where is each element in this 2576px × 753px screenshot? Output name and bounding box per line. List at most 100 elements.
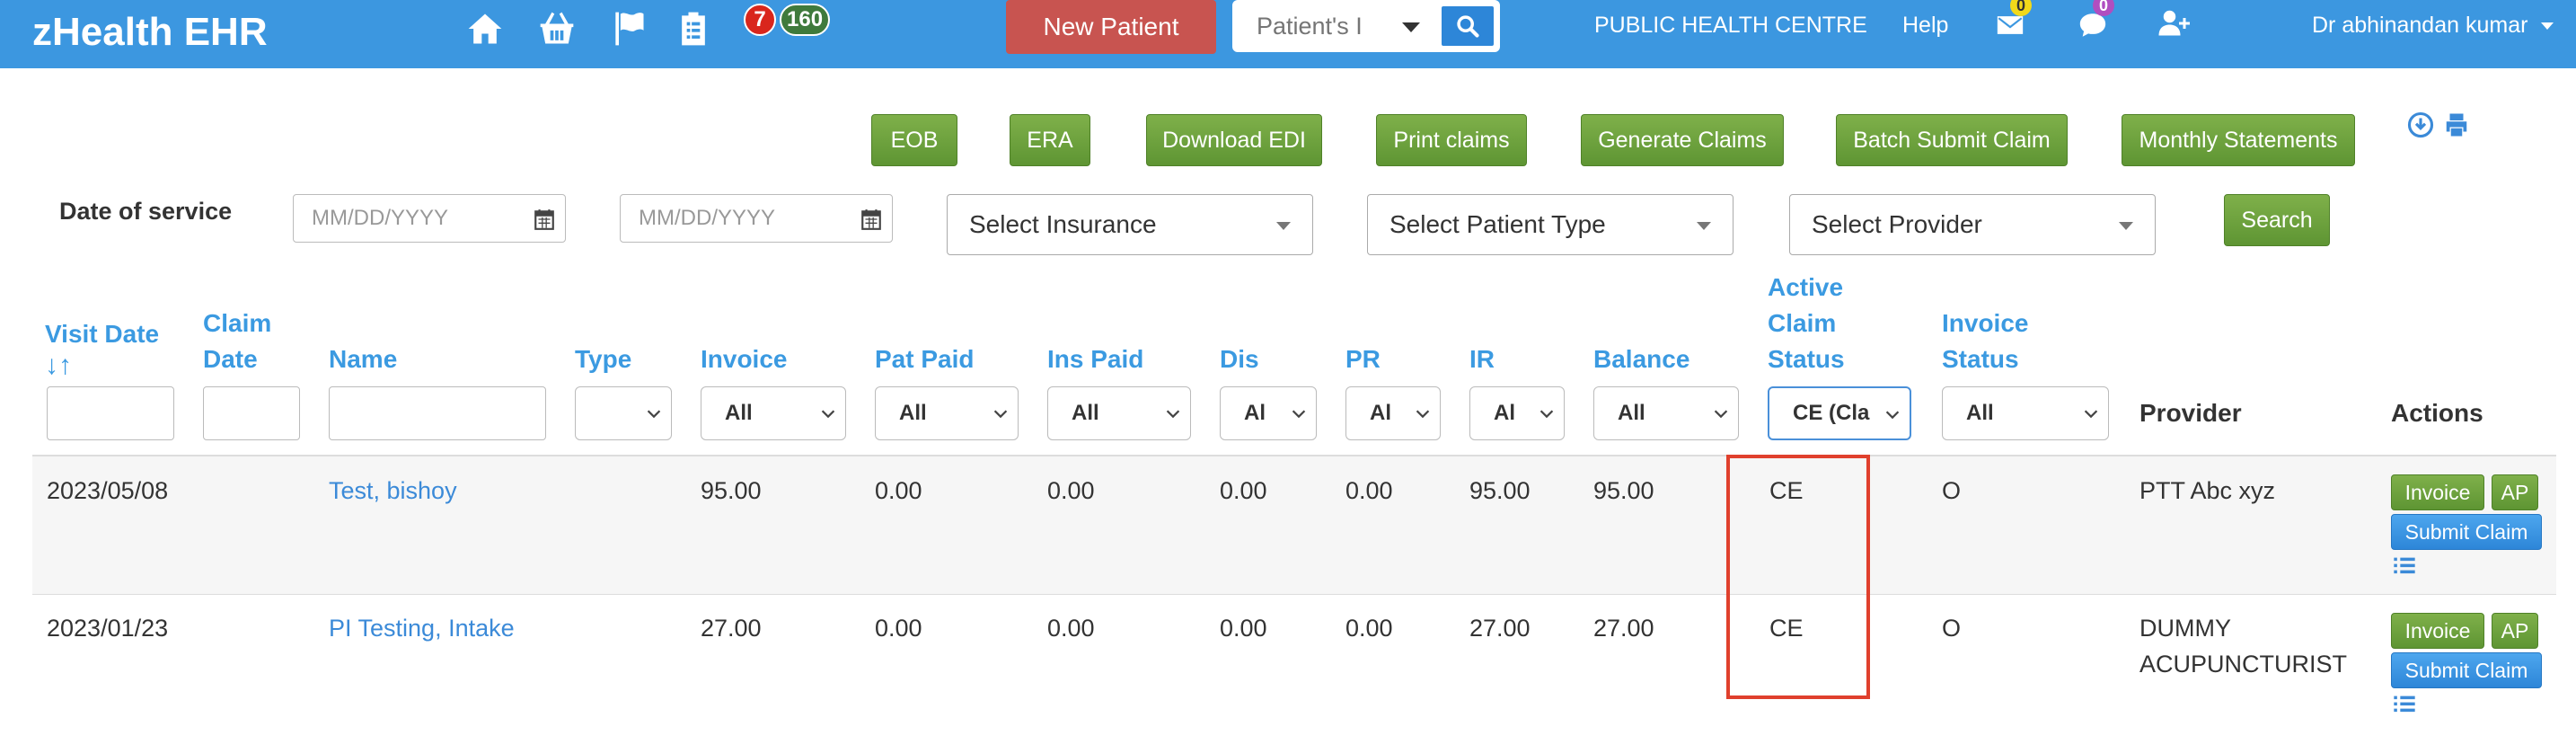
col-header-name[interactable]: Name [329,341,397,377]
calendar-icon[interactable] [860,208,883,231]
search-dropdown-caret[interactable] [1395,8,1427,44]
type-filter-select[interactable] [575,386,672,440]
task-count-badge[interactable]: 160 [780,4,831,36]
col-header-invoice[interactable]: Invoice [701,341,787,377]
row-provider: PTT Abc xyz [2139,473,2275,509]
date-to-placeholder: MM/DD/YYYY [639,206,776,230]
ap-button[interactable]: AP [2492,613,2538,649]
col-header-dis[interactable]: Dis [1220,341,1259,377]
col-header-invoice-status[interactable]: Invoice Status [1942,306,2028,377]
insurance-select[interactable]: Select Insurance [947,194,1313,255]
col-header-visit-date[interactable]: Visit Date ↓↑ [45,316,159,379]
pat-paid-filter-value: All [899,401,927,425]
row-invoice-status: O [1942,615,1962,642]
col-header-active-claim-status[interactable]: Active Claim Status [1768,270,1845,377]
invoice-button[interactable]: Invoice [2391,613,2484,649]
row-invoice: 95.00 [701,477,762,504]
search-icon [1457,15,1479,38]
chevron-down-icon [647,410,661,419]
date-of-service-label: Date of service [59,198,233,225]
balance-filter-select[interactable]: All [1593,386,1739,440]
era-button[interactable]: ERA [1010,114,1090,166]
claim-date-label-line2: Date [203,345,258,373]
add-user-icon[interactable] [2152,2,2195,45]
invoice-status-filter-select[interactable]: All [1942,386,2109,440]
flag-icon[interactable] [607,7,650,50]
search-button[interactable] [1440,4,1495,48]
submit-claim-button[interactable]: Submit Claim [2391,652,2542,688]
col-header-balance[interactable]: Balance [1593,341,1689,377]
ir-filter-value: Al [1494,401,1515,425]
ap-button[interactable]: AP [2492,474,2538,510]
app-brand[interactable]: zHealth EHR [32,7,268,58]
dis-filter-select[interactable]: Al [1220,386,1317,440]
pr-filter-value: Al [1370,401,1391,425]
patient-search [1232,0,1500,52]
active-claim-status-filter-select[interactable]: CE (Cla [1768,386,1911,440]
patient-type-select[interactable]: Select Patient Type [1367,194,1734,255]
calendar-icon[interactable] [533,208,556,231]
row-patient-name-link[interactable]: PI Testing, Intake [329,610,515,646]
patient-search-input[interactable] [1235,3,1379,49]
centre-label[interactable]: PUBLIC HEALTH CENTRE [1594,11,1867,40]
chevron-down-icon [1885,411,1900,420]
row-dis: 0.00 [1220,477,1267,504]
print-claims-button[interactable]: Print claims [1376,114,1527,166]
ins-paid-filter-value: All [1072,401,1099,425]
dis-filter-value: Al [1244,401,1266,425]
sort-icon[interactable]: ↓↑ [45,352,159,379]
monthly-statements-button[interactable]: Monthly Statements [2122,114,2355,166]
pat-paid-filter-select[interactable]: All [875,386,1019,440]
chevron-down-icon [2084,410,2098,419]
visit-date-filter-input[interactable] [47,386,174,440]
invoice-filter-value: All [725,401,753,425]
row-provider: DUMMY ACUPUNCTURIST [2139,610,2347,682]
row-pat-paid: 0.00 [875,477,922,504]
date-to-input[interactable]: MM/DD/YYYY [620,194,893,243]
notification-badge[interactable]: 7 [744,4,776,36]
row-dis: 0.00 [1220,615,1267,642]
date-from-input[interactable]: MM/DD/YYYY [293,194,566,243]
eob-button[interactable]: EOB [871,114,957,166]
col-header-type[interactable]: Type [575,341,631,377]
search-filter-button[interactable]: Search [2224,194,2330,246]
row-ir: 27.00 [1469,615,1531,642]
help-link[interactable]: Help [1902,11,1948,40]
balance-filter-value: All [1618,401,1645,425]
visit-date-label: Visit Date [45,320,160,348]
basket-icon[interactable] [535,7,578,50]
invoice-filter-select[interactable]: All [701,386,846,440]
ins-paid-filter-select[interactable]: All [1047,386,1191,440]
chevron-down-icon [1714,410,1728,419]
invoice-button[interactable]: Invoice [2391,474,2484,510]
provider-select[interactable]: Select Provider [1789,194,2156,255]
download-edi-button[interactable]: Download EDI [1146,114,1322,166]
col-header-ins-paid[interactable]: Ins Paid [1047,341,1143,377]
col-header-ir[interactable]: IR [1469,341,1495,377]
row-balance: 27.00 [1593,615,1654,642]
row-provider-line2: ACUPUNCTURIST [2139,651,2348,678]
col-header-actions: Actions [2391,399,2483,427]
list-icon[interactable] [2391,554,2418,579]
col-header-pr[interactable]: PR [1345,341,1381,377]
home-icon[interactable] [463,7,507,50]
submit-claim-button[interactable]: Submit Claim [2391,514,2542,550]
row-patient-name-link[interactable]: Test, bishoy [329,473,457,509]
col-header-pat-paid[interactable]: Pat Paid [875,341,974,377]
pr-filter-select[interactable]: Al [1345,386,1441,440]
ir-filter-select[interactable]: Al [1469,386,1565,440]
col-header-claim-date[interactable]: Claim Date [203,306,271,377]
user-menu[interactable]: Dr abhinandan kumar [2312,11,2554,40]
batch-submit-claim-button[interactable]: Batch Submit Claim [1836,114,2068,166]
claim-date-filter-input[interactable] [203,386,300,440]
name-filter-input[interactable] [329,386,546,440]
clipboard-icon[interactable] [672,7,715,50]
col-header-provider: Provider [2139,399,2242,427]
list-icon[interactable] [2391,692,2418,717]
download-icon[interactable] [2407,111,2434,138]
new-patient-button[interactable]: New Patient [1006,0,1216,54]
print-icon[interactable] [2443,111,2470,138]
active-claim-status-line3: Status [1768,345,1845,373]
generate-claims-button[interactable]: Generate Claims [1581,114,1784,166]
row-provider-line1: PTT Abc xyz [2139,477,2276,504]
